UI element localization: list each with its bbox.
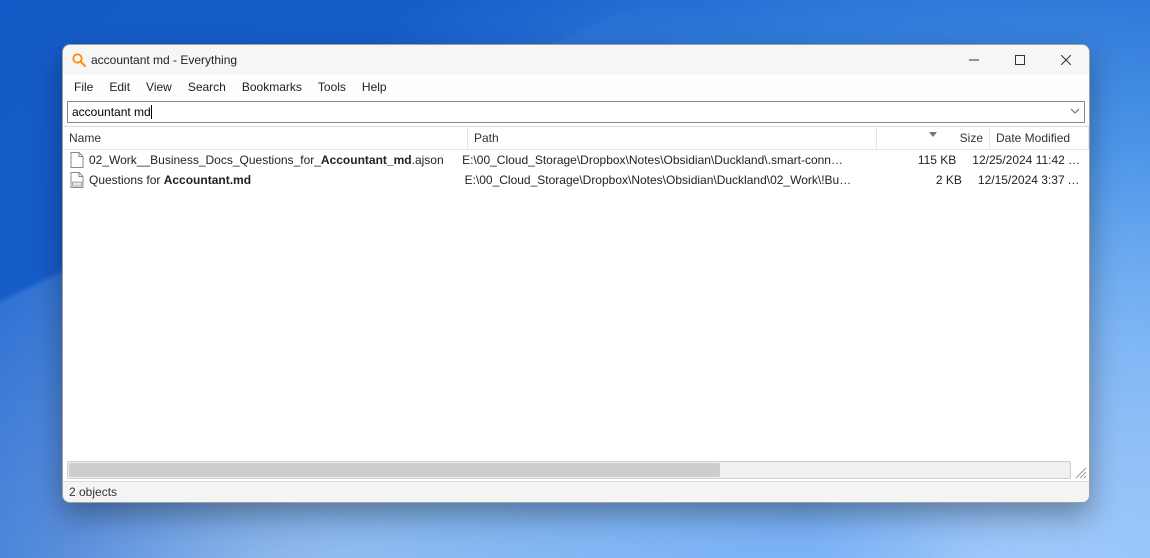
maximize-button[interactable] <box>997 45 1043 75</box>
file-path: E:\00_Cloud_Storage\Dropbox\Notes\Obsidi… <box>459 173 858 187</box>
file-name: Questions for Accountant.md <box>89 173 251 187</box>
app-icon <box>71 52 87 68</box>
menu-file[interactable]: File <box>66 78 101 96</box>
window-title: accountant md - Everything <box>91 53 951 67</box>
file-date: 12/25/2024 11:42 PM <box>966 153 1089 167</box>
desktop-wallpaper: accountant md - Everything File Edit Vie… <box>0 0 1150 558</box>
table-row[interactable]: Questions for Accountant.md E:\00_Cloud_… <box>63 170 1089 190</box>
everything-window: accountant md - Everything File Edit Vie… <box>62 44 1090 503</box>
file-size: 115 KB <box>853 153 966 167</box>
titlebar[interactable]: accountant md - Everything <box>63 45 1089 75</box>
file-size: 2 KB <box>858 173 972 187</box>
column-header-name[interactable]: Name <box>63 127 468 149</box>
search-input-value: accountant md <box>72 105 151 119</box>
column-headers: Name Path Size Date Modified <box>63 126 1089 150</box>
column-header-size[interactable]: Size <box>877 127 990 149</box>
menu-tools[interactable]: Tools <box>310 78 354 96</box>
menu-bookmarks[interactable]: Bookmarks <box>234 78 310 96</box>
status-text: 2 objects <box>69 485 117 499</box>
file-path: E:\00_Cloud_Storage\Dropbox\Notes\Obsidi… <box>456 153 853 167</box>
resize-grip-icon[interactable] <box>1073 465 1087 479</box>
menu-view[interactable]: View <box>138 78 180 96</box>
file-name: 02_Work__Business_Docs_Questions_for_Acc… <box>89 153 444 167</box>
search-input[interactable]: accountant md <box>67 101 1085 123</box>
text-caret <box>151 105 152 119</box>
column-header-path[interactable]: Path <box>468 127 877 149</box>
menubar: File Edit View Search Bookmarks Tools He… <box>63 75 1089 99</box>
minimize-button[interactable] <box>951 45 997 75</box>
status-bar: 2 objects <box>63 481 1089 502</box>
close-button[interactable] <box>1043 45 1089 75</box>
file-icon <box>69 172 85 188</box>
file-icon <box>69 152 85 168</box>
search-bar: accountant md <box>63 99 1089 126</box>
menu-search[interactable]: Search <box>180 78 234 96</box>
table-row[interactable]: 02_Work__Business_Docs_Questions_for_Acc… <box>63 150 1089 170</box>
menu-edit[interactable]: Edit <box>101 78 138 96</box>
sort-desc-icon <box>929 126 937 140</box>
chevron-down-icon[interactable] <box>1070 105 1080 119</box>
horizontal-scrollbar[interactable] <box>67 461 1071 479</box>
scrollbar-thumb[interactable] <box>69 463 720 477</box>
file-date: 12/15/2024 3:37 AM <box>972 173 1089 187</box>
results-panel: 02_Work__Business_Docs_Questions_for_Acc… <box>63 150 1089 481</box>
column-header-date[interactable]: Date Modified <box>990 127 1089 149</box>
menu-help[interactable]: Help <box>354 78 395 96</box>
